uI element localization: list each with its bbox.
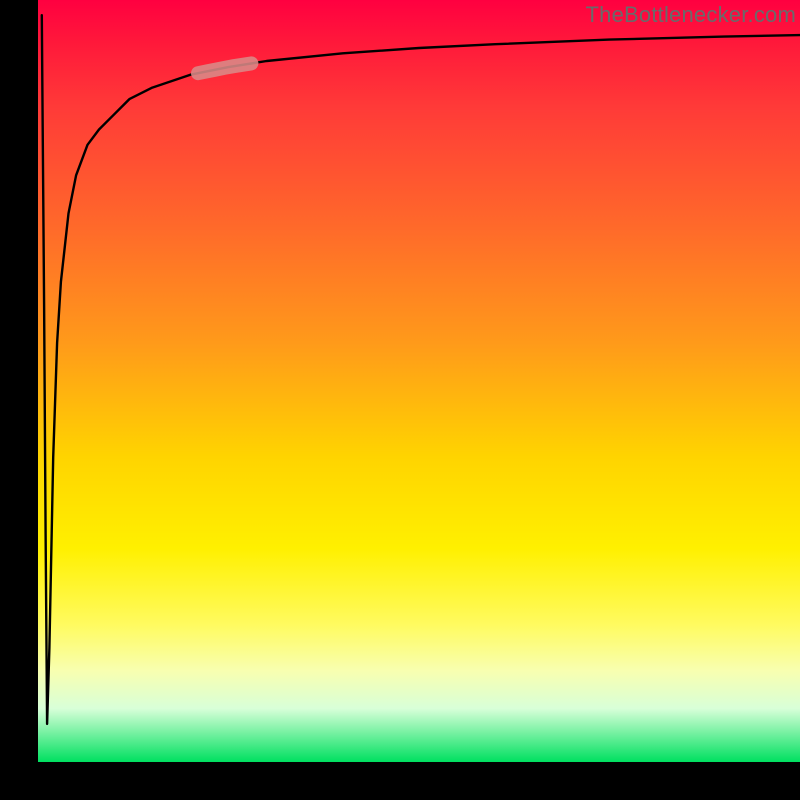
frame-bottom [0, 762, 800, 800]
watermark-text: TheBottlenecker.com [586, 2, 796, 28]
frame-left [0, 0, 38, 800]
curve-layer [38, 0, 800, 762]
chart-stage: TheBottlenecker.com [0, 0, 800, 800]
chart-curve [42, 15, 800, 724]
highlight-segment [198, 63, 251, 73]
